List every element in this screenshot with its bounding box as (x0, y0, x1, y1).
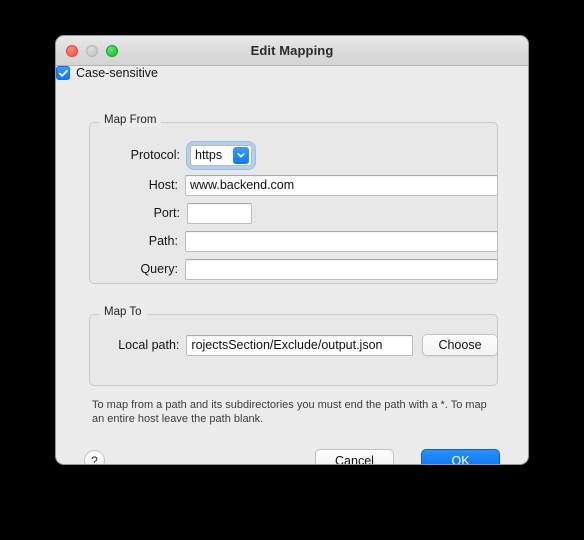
query-label: Query: (140, 262, 178, 276)
case-sensitive-checkbox[interactable] (56, 66, 70, 80)
case-sensitive-label: Case-sensitive (76, 66, 158, 80)
help-description: To map from a path and its subdirectorie… (92, 399, 487, 425)
path-label: Path: (148, 234, 178, 248)
local-path-value: rojectsSection/Exclude/output.json (191, 338, 383, 352)
minimize-button (86, 45, 98, 57)
path-input[interactable] (184, 230, 498, 252)
protocol-label: Protocol: (130, 148, 180, 162)
port-input[interactable] (187, 202, 252, 224)
port-row: Port: (89, 202, 498, 224)
window-controls (66, 45, 118, 57)
port-label: Port: (153, 206, 180, 220)
host-row: Host: www.backend.com (89, 174, 498, 196)
edit-mapping-dialog: Edit Mapping Map From Protocol: https Ho… (55, 35, 529, 465)
protocol-select[interactable]: https (190, 144, 252, 166)
host-input[interactable]: www.backend.com (184, 174, 498, 196)
close-button[interactable] (66, 45, 78, 57)
checkmark-icon (58, 69, 68, 77)
cancel-button[interactable]: Cancel (315, 449, 394, 464)
local-path-label: Local path: (118, 338, 180, 352)
path-row: Path: (89, 230, 498, 252)
local-path-row: Local path: rojectsSection/Exclude/outpu… (89, 334, 498, 356)
host-label: Host: (148, 178, 178, 192)
query-row: Query: (89, 258, 498, 280)
map-to-legend: Map To (99, 306, 147, 319)
window-title: Edit Mapping (250, 43, 334, 58)
choose-button[interactable]: Choose (422, 334, 498, 356)
zoom-button[interactable] (106, 45, 118, 57)
protocol-row: Protocol: https (89, 141, 498, 169)
screen: Edit Mapping Map From Protocol: https Ho… (0, 0, 584, 540)
ok-button[interactable]: OK (421, 449, 500, 464)
help-button[interactable]: ? (84, 450, 105, 464)
query-input[interactable] (184, 258, 498, 280)
window-titlebar[interactable]: Edit Mapping (56, 36, 528, 66)
local-path-input[interactable]: rojectsSection/Exclude/output.json (186, 334, 413, 356)
case-sensitive-row[interactable]: Case-sensitive (56, 66, 528, 80)
map-from-legend: Map From (99, 114, 162, 127)
chevron-down-icon (233, 146, 249, 164)
protocol-value: https (195, 148, 223, 162)
dialog-body: Map From Protocol: https Host: www.backe… (56, 66, 528, 464)
protocol-focus-ring: https (187, 141, 255, 169)
